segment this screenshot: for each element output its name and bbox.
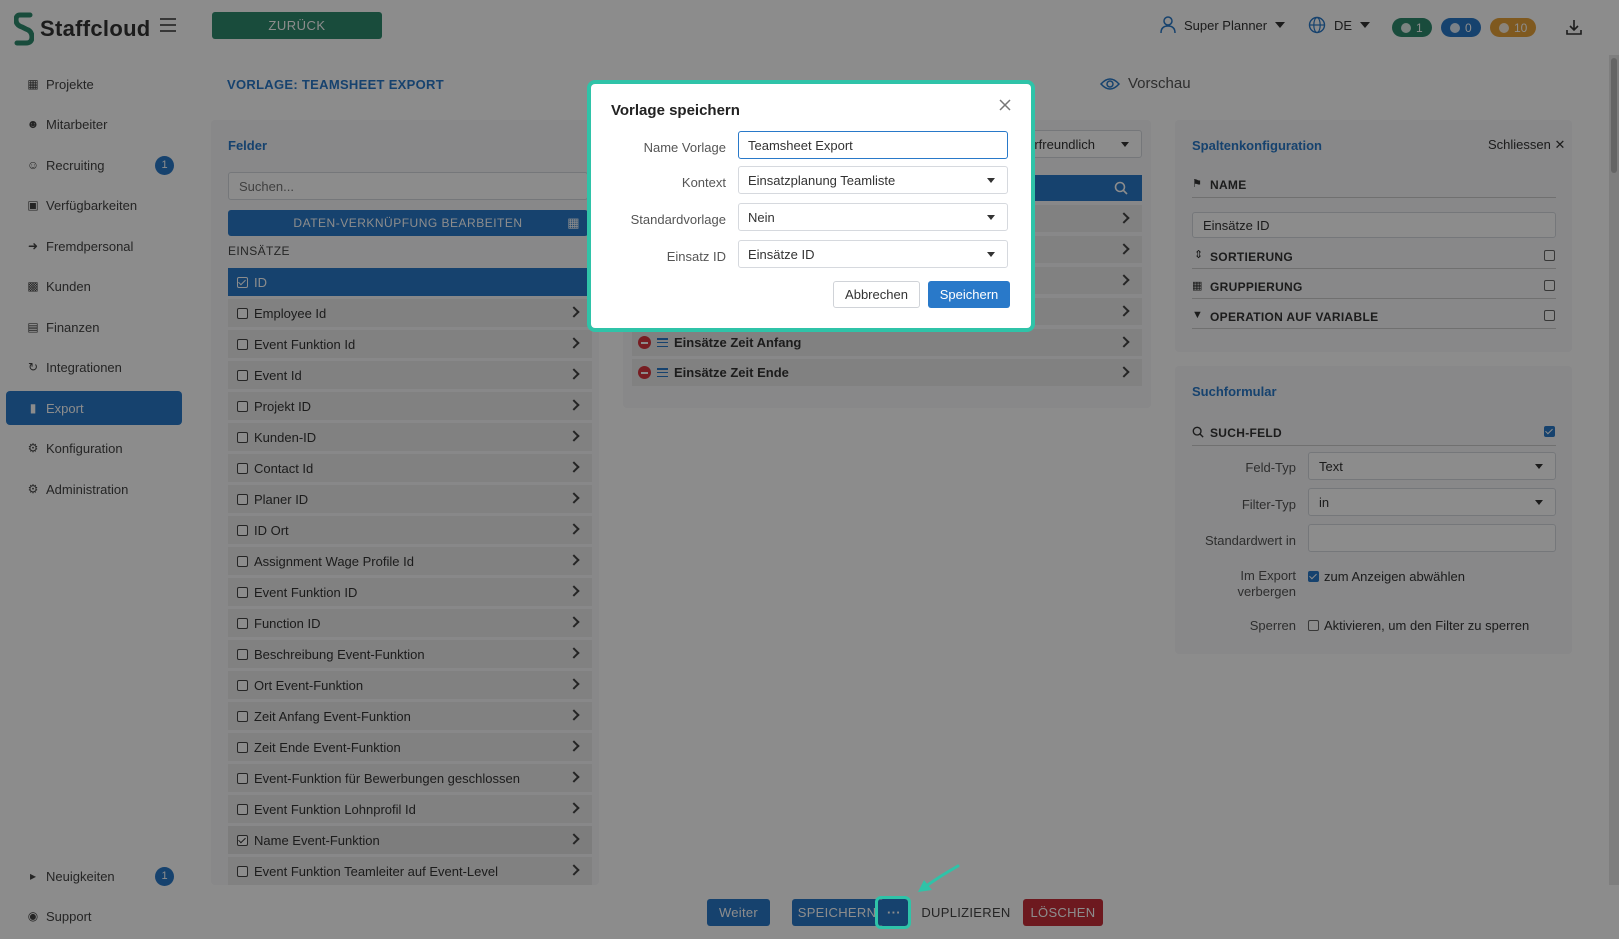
close-icon[interactable] bbox=[998, 98, 1012, 112]
default-template-label: Standardvorlage bbox=[630, 212, 726, 227]
chevron-down-icon bbox=[987, 252, 995, 257]
cancel-button[interactable]: Abbrechen bbox=[833, 281, 920, 308]
chevron-down-icon bbox=[987, 178, 995, 183]
assignment-id-label: Einsatz ID bbox=[666, 249, 726, 264]
save-template-dialog: Vorlage speichern Name Vorlage Teamsheet… bbox=[591, 84, 1031, 328]
save-template-button[interactable]: Speichern bbox=[928, 281, 1010, 308]
name-label: Name Vorlage bbox=[643, 140, 726, 155]
dialog-title: Vorlage speichern bbox=[611, 102, 740, 119]
context-select[interactable]: Einsatzplanung Teamliste bbox=[738, 166, 1008, 194]
context-label: Kontext bbox=[681, 175, 726, 190]
assignment-id-select[interactable]: Einsätze ID bbox=[738, 240, 1008, 268]
template-name-input[interactable]: Teamsheet Export bbox=[738, 131, 1008, 159]
pointer-arrow-icon bbox=[918, 864, 960, 892]
more-options-highlight bbox=[875, 896, 911, 929]
chevron-down-icon bbox=[987, 215, 995, 220]
default-template-select[interactable]: Nein bbox=[738, 203, 1008, 231]
